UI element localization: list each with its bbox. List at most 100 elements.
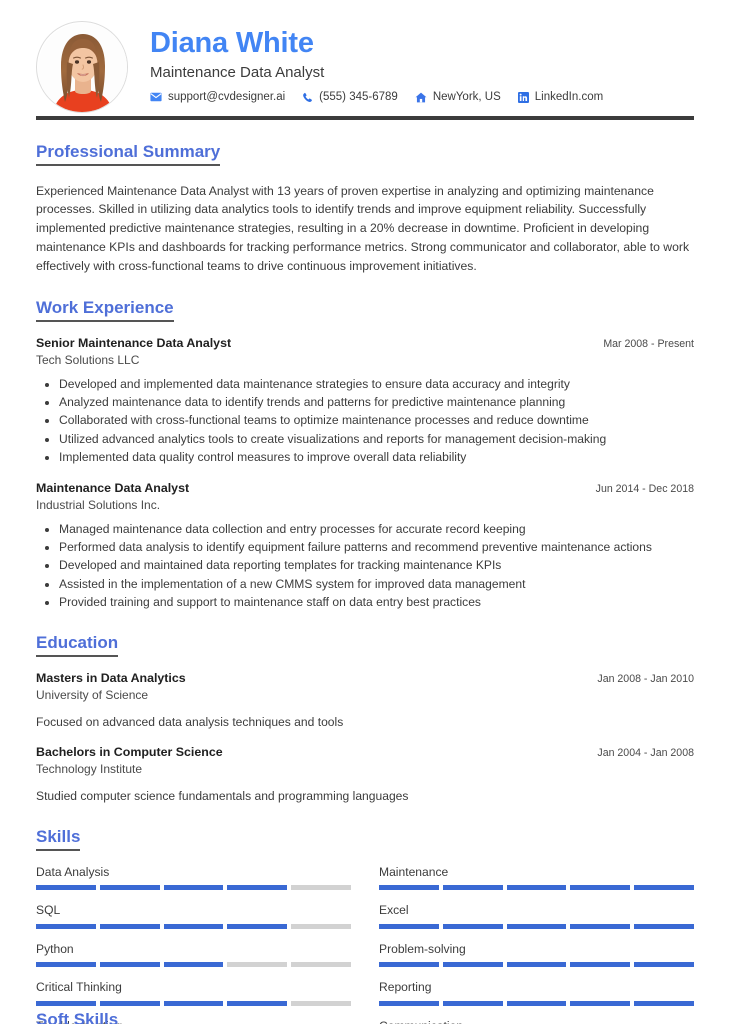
- section-title-work: Work Experience: [36, 298, 174, 322]
- contact-phone[interactable]: (555) 345-6789: [302, 91, 398, 103]
- skill-item: Critical Thinking: [36, 980, 351, 1006]
- skill-label: Problem-solving: [379, 941, 466, 956]
- skill-level-segment: [379, 1000, 439, 1006]
- education-school: Technology Institute: [36, 762, 143, 777]
- contact-linkedin-text: LinkedIn.com: [534, 91, 604, 104]
- list-item: Developed and implemented data maintenan…: [59, 375, 694, 393]
- contact-row: support@cvdesigner.ai (555) 345-6789 New…: [150, 91, 694, 103]
- skill-level-segment: [227, 885, 288, 891]
- skill-level-segment: [36, 1000, 96, 1006]
- portrait-photo-icon: [38, 23, 127, 112]
- education-date: Jan 2004 - Jan 2008: [597, 747, 694, 760]
- list-item: Collaborated with cross-functional teams…: [59, 411, 694, 429]
- skill-item: Problem-solving: [379, 942, 694, 968]
- section-title-skills: Skills: [36, 827, 81, 851]
- contact-location-text: NewYork, US: [432, 91, 501, 104]
- skill-level-bar: [379, 962, 694, 968]
- education-degree: Masters in Data Analytics: [36, 670, 186, 685]
- page-title: Diana White: [150, 26, 314, 59]
- section-title-soft-skills: Soft Skills: [36, 1010, 119, 1024]
- skill-level-bar: [36, 885, 351, 891]
- education-entry-head: Masters in Data Analytics Jan 2008 - Jan…: [36, 671, 694, 685]
- resume-header: Diana White Maintenance Data Analyst sup…: [36, 0, 694, 113]
- list-item: Analyzed maintenance data to identify tr…: [59, 393, 694, 411]
- education-entry: Masters in Data Analytics Jan 2008 - Jan…: [36, 671, 694, 731]
- skill-item: SQL: [36, 903, 351, 929]
- section-professional-summary: Professional Summary Experienced Mainten…: [36, 142, 694, 276]
- skill-level-segment: [442, 885, 503, 891]
- work-company: Industrial Solutions Inc.: [36, 497, 161, 512]
- skill-level-segment: [36, 962, 96, 968]
- section-skills: Skills Data Analysis SQL Python Critical Th…: [36, 827, 694, 1024]
- skill-level-bar: [36, 1000, 351, 1006]
- list-item: Implemented data quality control measure…: [59, 448, 694, 466]
- education-school: University of Science: [36, 687, 149, 702]
- skill-level-segment: [291, 923, 351, 929]
- skill-level-segment: [570, 1000, 631, 1006]
- skill-level-segment: [379, 923, 439, 929]
- list-item: Developed and maintained data reporting …: [59, 556, 694, 574]
- skill-level-segment: [99, 923, 160, 929]
- skill-item: Excel: [379, 903, 694, 929]
- skill-level-segment: [291, 885, 351, 891]
- section-title-summary: Professional Summary: [36, 142, 221, 166]
- education-entry: Bachelors in Computer Science Jan 2004 -…: [36, 745, 694, 805]
- education-description: Studied computer science fundamentals an…: [36, 789, 409, 804]
- skill-level-segment: [442, 962, 503, 968]
- summary-text: Experienced Maintenance Data Analyst wit…: [36, 183, 690, 274]
- contact-email-text: support@cvdesigner.ai: [168, 91, 286, 104]
- work-company: Tech Solutions LLC: [36, 352, 140, 367]
- contact-linkedin[interactable]: LinkedIn.com: [517, 91, 604, 104]
- skill-label: Communication: [379, 1019, 694, 1024]
- work-entry-head: Senior Maintenance Data Analyst Mar 2008…: [36, 336, 694, 350]
- skill-level-segment: [163, 962, 224, 968]
- skill-level-segment: [570, 962, 631, 968]
- skill-item: Data Analysis: [36, 865, 351, 891]
- skill-level-segment: [379, 885, 439, 891]
- skill-level-segment: [570, 923, 631, 929]
- skill-level-segment: [99, 885, 160, 891]
- skill-level-bar: [379, 885, 694, 891]
- list-item: Provided training and support to mainten…: [59, 593, 694, 611]
- skill-level-segment: [442, 1000, 503, 1006]
- skill-level-segment: [227, 923, 288, 929]
- skill-level-segment: [227, 962, 288, 968]
- job-title: Maintenance Data Analyst: [150, 64, 325, 82]
- skill-level-segment: [506, 885, 567, 891]
- email-icon: [150, 92, 162, 102]
- list-item: Performed data analysis to identify equi…: [59, 538, 694, 556]
- education-degree: Bachelors in Computer Science: [36, 745, 223, 760]
- skill-level-segment: [442, 923, 503, 929]
- work-bullets: Managed maintenance data collection and …: [36, 520, 694, 612]
- skill-level-segment: [163, 923, 224, 929]
- skill-item: Maintenance: [379, 865, 694, 891]
- section-work-experience: Work Experience Senior Maintenance Data …: [36, 298, 694, 611]
- skill-label: Reporting: [379, 980, 432, 995]
- skill-level-segment: [291, 962, 351, 968]
- skill-level-segment: [506, 962, 567, 968]
- work-entry: Senior Maintenance Data Analyst Mar 2008…: [36, 336, 694, 467]
- header-divider: [36, 116, 694, 120]
- work-role: Senior Maintenance Data Analyst: [36, 335, 232, 350]
- contact-email[interactable]: support@cvdesigner.ai: [150, 91, 285, 103]
- linkedin-icon: [517, 91, 529, 103]
- skill-level-segment: [99, 1000, 160, 1006]
- skill-level-segment: [99, 962, 160, 968]
- skill-item: Python: [36, 942, 351, 968]
- header-text-block: Diana White Maintenance Data Analyst sup…: [128, 27, 694, 107]
- skill-level-bar: [379, 923, 694, 929]
- list-item: Utilized advanced analytics tools to cre…: [59, 430, 694, 448]
- skill-level-segment: [291, 1000, 351, 1006]
- phone-icon: [302, 92, 313, 103]
- list-item: Managed maintenance data collection and …: [59, 520, 694, 538]
- skill-item: Reporting: [379, 980, 694, 1006]
- work-entry: Maintenance Data Analyst Jun 2014 - Dec …: [36, 481, 694, 612]
- skill-label: SQL: [36, 903, 61, 918]
- section-title-education: Education: [36, 633, 119, 657]
- work-bullets: Developed and implemented data maintenan…: [36, 375, 694, 467]
- home-icon: [415, 92, 427, 103]
- skill-label: Data Analysis: [36, 864, 110, 879]
- list-item: Assisted in the implementation of a new …: [59, 575, 694, 593]
- work-date: Mar 2008 - Present: [603, 337, 694, 350]
- contact-location[interactable]: NewYork, US: [415, 91, 501, 103]
